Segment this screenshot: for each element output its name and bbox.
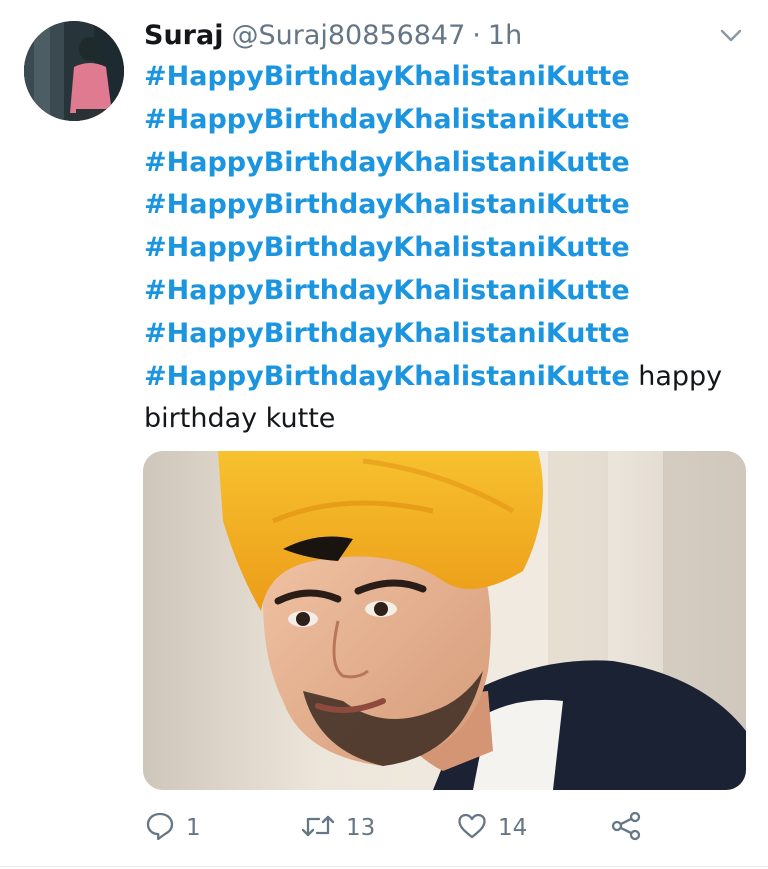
tweet-text: #HappyBirthdayKhalistaniKutte #HappyBirt… — [144, 56, 744, 441]
like-button[interactable]: 14 — [456, 806, 527, 850]
divider — [0, 866, 768, 867]
author-handle[interactable]: @Suraj80856847 — [231, 16, 465, 56]
reply-button[interactable]: 1 — [144, 806, 201, 850]
reply-icon — [144, 810, 176, 846]
hashtag-link[interactable]: #HappyBirthdayKhalistaniKutte — [144, 56, 744, 99]
tweet-actions: 1 13 14 — [144, 806, 664, 850]
avatar[interactable] — [24, 21, 124, 121]
share-button[interactable] — [610, 806, 644, 850]
retweet-icon — [300, 810, 336, 846]
chevron-down-icon[interactable] — [716, 20, 746, 50]
hashtag-link[interactable]: #HappyBirthdayKhalistaniKutte — [144, 99, 744, 142]
tweet-header: Suraj @Suraj80856847 · 1h — [144, 16, 522, 56]
portrait-photo — [143, 451, 746, 790]
tweet-card[interactable]: Suraj @Suraj80856847 · 1h #HappyBirthday… — [0, 0, 768, 869]
reply-count: 1 — [186, 815, 201, 841]
share-icon — [610, 810, 644, 846]
heart-icon — [456, 810, 488, 846]
tweet-image[interactable] — [143, 451, 746, 790]
hashtag-link[interactable]: #HappyBirthdayKhalistaniKutte — [144, 184, 744, 227]
hashtag-link[interactable]: #HappyBirthdayKhalistaniKutte — [144, 313, 744, 356]
author-name[interactable]: Suraj — [144, 16, 223, 56]
avatar-image — [24, 21, 124, 121]
hashtag-link[interactable]: #HappyBirthdayKhalistaniKutte — [144, 142, 744, 185]
hashtag-link[interactable]: #HappyBirthdayKhalistaniKutte — [144, 361, 630, 392]
retweet-count: 13 — [346, 815, 376, 841]
header-separator: · — [472, 20, 481, 51]
like-count: 14 — [498, 815, 528, 841]
hashtag-link[interactable]: #HappyBirthdayKhalistaniKutte — [144, 227, 744, 270]
retweet-button[interactable]: 13 — [300, 806, 375, 850]
hashtag-link[interactable]: #HappyBirthdayKhalistaniKutte — [144, 270, 744, 313]
timestamp[interactable]: 1h — [488, 16, 522, 56]
